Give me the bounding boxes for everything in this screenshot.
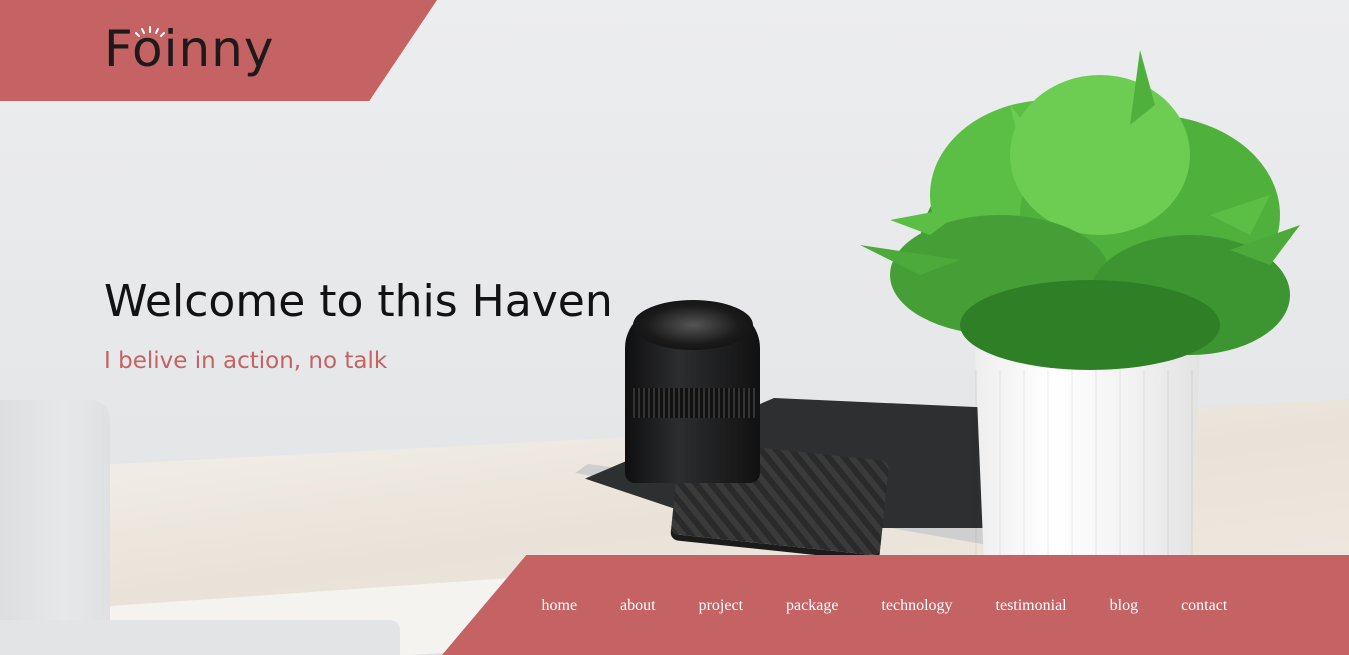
nav-item-blog[interactable]: blog <box>1088 597 1159 615</box>
main-nav: home about project package technology te… <box>520 586 1249 626</box>
nav-item-technology[interactable]: technology <box>860 597 974 615</box>
lens-ring <box>630 388 756 418</box>
nav-item-project[interactable]: project <box>677 597 764 615</box>
nav-item-contact[interactable]: contact <box>1160 597 1249 615</box>
laptop-base-image <box>0 620 400 655</box>
hero-title: Welcome to this Haven <box>104 276 613 327</box>
sunrise-icon <box>135 26 165 37</box>
nav-item-about[interactable]: about <box>599 597 678 615</box>
lens-glass <box>633 300 753 350</box>
nav-item-home[interactable]: home <box>520 597 599 615</box>
laptop-image <box>0 400 110 655</box>
plant-pot-texture <box>975 370 1200 565</box>
nav-item-testimonial[interactable]: testimonial <box>974 597 1088 615</box>
plant-foliage-image <box>860 50 1300 370</box>
nav-item-package[interactable]: package <box>765 597 860 615</box>
hero-subtitle: I belive in action, no talk <box>104 348 388 374</box>
